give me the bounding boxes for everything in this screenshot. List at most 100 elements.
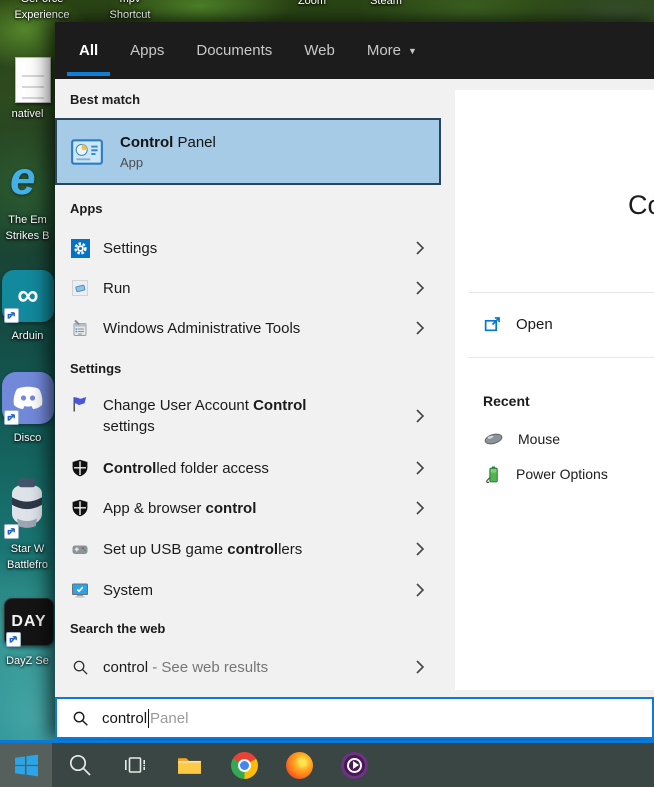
section-heading-apps: Apps (70, 201, 103, 216)
section-heading-search-web: Search the web (70, 621, 166, 636)
label-line: Experience (14, 9, 70, 21)
tab-label: Apps (130, 42, 165, 59)
desktop-label-arduino: Arduin (11, 330, 44, 342)
preview-pane: Co Open Recent Mouse Power Options (455, 90, 654, 690)
chevron-right-icon[interactable] (415, 280, 425, 296)
internet-explorer-icon: e (10, 152, 36, 204)
chevron-right-icon[interactable] (415, 408, 425, 424)
desktop-label-steam[interactable]: Steam (338, 0, 434, 9)
tab-all[interactable]: All (67, 22, 111, 79)
recent-heading: Recent (483, 393, 530, 409)
search-icon (69, 754, 91, 776)
result-usb-game-controllers[interactable]: Set up USB game controllers (55, 529, 441, 569)
result-best-match-control-panel[interactable]: Control Panel App (55, 118, 441, 185)
desktop-icon-dayz[interactable]: DAY (4, 598, 54, 647)
result-system[interactable]: System (55, 570, 441, 610)
chevron-right-icon[interactable] (415, 659, 425, 675)
recent-item-power-options[interactable]: Power Options (455, 457, 654, 491)
desktop-label-mpv[interactable]: mpv Shortcut (82, 0, 178, 23)
chevron-right-icon[interactable] (415, 582, 425, 598)
uac-flag-icon (69, 395, 91, 413)
media-player-button[interactable] (327, 743, 382, 787)
preview-title: Co (628, 190, 654, 220)
search-flyout: All Apps Documents Web More ▼ Best match (55, 22, 654, 739)
divider (469, 357, 654, 358)
mouse-icon (484, 433, 503, 445)
open-action[interactable]: Open (455, 292, 654, 357)
media-player-icon (341, 751, 368, 779)
desktop-icon-discord[interactable] (2, 372, 54, 425)
desktop-label-battlefront: Star W Battlefro (0, 541, 55, 573)
search-input[interactable]: control Panel (55, 697, 654, 739)
chevron-right-icon[interactable] (415, 500, 425, 516)
matched-term: control (227, 540, 279, 558)
label-line: Battlefro (7, 559, 48, 571)
result-controlled-folder-access[interactable]: Controlled folder access (55, 448, 441, 488)
admin-tools-icon (69, 319, 91, 337)
chrome-button[interactable] (217, 743, 272, 787)
tab-more[interactable]: More ▼ (355, 22, 429, 79)
tab-label: Documents (196, 42, 273, 59)
result-admin-tools[interactable]: Windows Administrative Tools (55, 308, 441, 348)
result-run[interactable]: Run (55, 268, 441, 308)
chevron-right-icon[interactable] (415, 240, 425, 256)
settings-gear-icon (69, 238, 91, 258)
defender-shield-icon (69, 499, 91, 517)
matched-term: Control (120, 133, 174, 151)
tab-documents[interactable]: Documents (184, 22, 284, 79)
title-rest: Panel (173, 133, 216, 151)
tab-label: Web (304, 42, 335, 59)
recent-item-mouse[interactable]: Mouse (455, 422, 654, 456)
result-app-browser-control[interactable]: App & browser control (55, 488, 441, 528)
result-label: System (103, 581, 154, 599)
recent-item-label: Power Options (516, 466, 608, 482)
task-view-button[interactable] (107, 743, 162, 787)
tab-apps[interactable]: Apps (118, 22, 176, 79)
matched-term: Control (253, 397, 307, 414)
inline-suggestion: Panel (150, 709, 189, 727)
recent-item-label: Mouse (518, 431, 561, 447)
search-icon (73, 711, 88, 726)
text-caret (148, 708, 150, 728)
desktop-icon-battlefront[interactable] (2, 476, 52, 541)
taskbar-search-button[interactable] (52, 743, 107, 787)
result-settings[interactable]: Settings (55, 228, 441, 268)
result-label: Change User Account Control settings (103, 397, 307, 435)
best-match-text: Control Panel App (120, 134, 216, 170)
chevron-right-icon[interactable] (415, 460, 425, 476)
desktop-icon-internet-explorer[interactable]: e (10, 152, 36, 204)
result-uac-settings[interactable]: Change User Account Control settings (55, 388, 441, 444)
chevron-right-icon[interactable] (415, 320, 425, 336)
matched-term: Control (103, 459, 157, 477)
desktop-label-geforce[interactable]: GeForce Experience (0, 0, 90, 23)
tab-label: More (366, 42, 402, 59)
tab-web[interactable]: Web (292, 22, 347, 79)
file-explorer-icon (178, 757, 201, 774)
windows-logo-icon (14, 754, 38, 776)
chevron-right-icon[interactable] (415, 541, 425, 557)
label-line: Star W (10, 543, 45, 555)
result-label: Set up USB game controllers (103, 540, 303, 558)
shortcut-arrow-icon (4, 524, 19, 539)
firefox-button[interactable] (272, 743, 327, 787)
desktop-icon-arduino[interactable]: ∞ (2, 270, 54, 323)
result-label: Windows Administrative Tools (103, 319, 301, 337)
label-line: Steam (370, 0, 402, 7)
defender-shield-icon (69, 459, 91, 477)
desktop-label-discord: Disco (13, 432, 42, 444)
result-web-search[interactable]: control - See web results (55, 647, 441, 687)
section-heading-settings: Settings (70, 361, 122, 376)
result-label: control - See web results (103, 658, 269, 676)
shortcut-arrow-icon (4, 308, 19, 323)
task-view-icon (124, 757, 145, 773)
file-explorer-button[interactable] (162, 743, 217, 787)
label-line: Strikes B (5, 230, 50, 242)
open-label: Open (516, 316, 553, 333)
gamepad-icon (69, 540, 91, 558)
start-button[interactable] (0, 743, 52, 787)
system-monitor-icon (69, 581, 91, 599)
desktop-icon-document[interactable] (15, 57, 51, 103)
taskbar (0, 740, 654, 787)
search-filter-tabs: All Apps Documents Web More ▼ (55, 22, 654, 79)
search-results-panel: Best match Control Panel App Apps Settin… (55, 79, 654, 697)
